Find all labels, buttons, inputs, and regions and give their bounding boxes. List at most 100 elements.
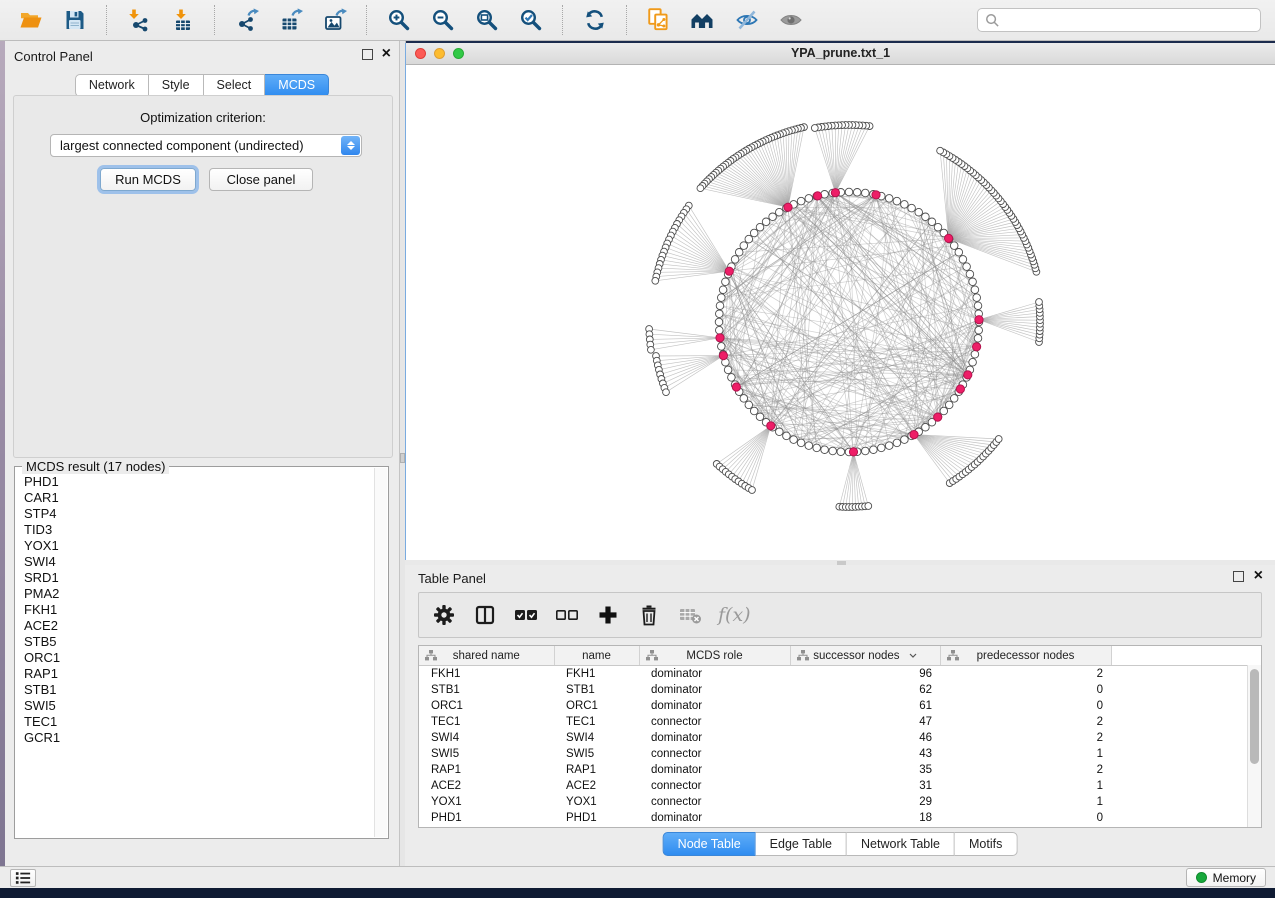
cell-name[interactable]: SWI5 <box>554 746 639 762</box>
cell-filler[interactable] <box>1111 682 1250 698</box>
mcds-result-item[interactable]: PMA2 <box>24 586 374 602</box>
cell-shared-name[interactable]: RAP1 <box>419 762 554 778</box>
cell-filler[interactable] <box>1111 698 1250 714</box>
mcds-result-item[interactable]: TID3 <box>24 522 374 538</box>
network-node[interactable] <box>740 395 748 403</box>
network-node[interactable] <box>908 204 916 212</box>
network-node[interactable] <box>648 346 655 353</box>
zoom-fit-button[interactable] <box>466 3 508 37</box>
cell-mcds-role[interactable]: connector <box>639 746 790 762</box>
network-node[interactable] <box>790 436 798 444</box>
network-node[interactable] <box>716 326 724 334</box>
mcds-result-item[interactable]: ACE2 <box>24 618 374 634</box>
table-scrollbar-thumb[interactable] <box>1250 669 1259 764</box>
cell-name[interactable]: TEC1 <box>554 714 639 730</box>
mcds-result-item[interactable]: CAR1 <box>24 490 374 506</box>
network-node[interactable] <box>745 401 753 409</box>
network-node[interactable] <box>805 442 813 450</box>
cell-mcds-role[interactable]: connector <box>639 714 790 730</box>
mcds-result-item[interactable]: STB1 <box>24 682 374 698</box>
network-node[interactable] <box>885 195 893 203</box>
run-mcds-button[interactable]: Run MCDS <box>100 168 196 191</box>
zoom-selected-button[interactable] <box>510 3 552 37</box>
cell-mcds-role[interactable]: dominator <box>639 682 790 698</box>
cell-mcds-role[interactable]: dominator <box>639 730 790 746</box>
cell-name[interactable]: FKH1 <box>554 666 639 683</box>
network-hub-node[interactable] <box>945 234 953 242</box>
cell-filler[interactable] <box>1111 794 1250 810</box>
import-network-button[interactable] <box>118 3 160 37</box>
cell-predecessor-nodes[interactable]: 0 <box>940 810 1111 826</box>
network-window-titlebar[interactable]: YPA_prune.txt_1 <box>406 43 1275 65</box>
network-node[interactable] <box>797 439 805 447</box>
network-node[interactable] <box>837 448 845 456</box>
network-node[interactable] <box>878 444 886 452</box>
cell-mcds-role[interactable]: connector <box>639 778 790 794</box>
network-node[interactable] <box>776 428 784 436</box>
col-header-name[interactable]: name <box>554 646 639 666</box>
cell-predecessor-nodes[interactable]: 0 <box>940 698 1111 714</box>
network-node[interactable] <box>971 286 979 294</box>
network-node[interactable] <box>756 223 764 231</box>
table-row[interactable]: ORC1ORC1dominator610 <box>419 698 1250 714</box>
network-node[interactable] <box>797 197 805 205</box>
table-settings-button[interactable] <box>431 601 457 629</box>
network-node[interactable] <box>805 195 813 203</box>
network-hub-node[interactable] <box>910 431 918 439</box>
tab-network[interactable]: Network <box>75 74 149 97</box>
tab-node-table[interactable]: Node Table <box>663 832 756 856</box>
network-node[interactable] <box>940 407 948 415</box>
delete-column-button[interactable] <box>636 601 662 629</box>
cell-successor-nodes[interactable]: 46 <box>790 730 940 746</box>
network-node[interactable] <box>731 256 739 264</box>
network-node[interactable] <box>885 442 893 450</box>
network-node[interactable] <box>974 302 982 310</box>
network-node[interactable] <box>718 343 726 351</box>
network-node[interactable] <box>719 286 727 294</box>
copy-network-button[interactable] <box>638 3 680 37</box>
network-node[interactable] <box>728 374 736 382</box>
network-node[interactable] <box>769 213 777 221</box>
tab-motifs[interactable]: Motifs <box>955 832 1017 856</box>
cell-shared-name[interactable]: ACE2 <box>419 778 554 794</box>
network-node[interactable] <box>697 185 704 192</box>
col-header-successor-nodes[interactable]: successor nodes <box>790 646 940 666</box>
cell-shared-name[interactable]: TEC1 <box>419 714 554 730</box>
cell-predecessor-nodes[interactable]: 2 <box>940 730 1111 746</box>
open-session-button[interactable] <box>10 3 52 37</box>
add-column-button[interactable] <box>595 601 621 629</box>
network-node[interactable] <box>901 201 909 209</box>
network-node[interactable] <box>652 277 659 284</box>
export-network-button[interactable] <box>226 3 268 37</box>
network-node[interactable] <box>862 447 870 455</box>
cell-name[interactable]: RAP1 <box>554 762 639 778</box>
network-node[interactable] <box>922 213 930 221</box>
network-node[interactable] <box>893 197 901 205</box>
cell-mcds-role[interactable]: connector <box>639 794 790 810</box>
network-node[interactable] <box>783 432 791 440</box>
network-node[interactable] <box>922 423 930 431</box>
cell-successor-nodes[interactable]: 35 <box>790 762 940 778</box>
network-node[interactable] <box>756 413 764 421</box>
task-history-button[interactable] <box>10 869 36 887</box>
network-node[interactable] <box>715 318 723 326</box>
network-node[interactable] <box>724 366 732 374</box>
mcds-result-item[interactable]: ORC1 <box>24 650 374 666</box>
network-node[interactable] <box>893 439 901 447</box>
network-hub-node[interactable] <box>956 385 964 393</box>
search-input[interactable] <box>977 8 1261 32</box>
network-node[interactable] <box>716 310 724 318</box>
network-node[interactable] <box>969 278 977 286</box>
network-node[interactable] <box>995 436 1002 443</box>
tab-network-table[interactable]: Network Table <box>847 832 955 856</box>
save-session-button[interactable] <box>54 3 96 37</box>
network-node[interactable] <box>1036 299 1043 306</box>
cell-filler[interactable] <box>1111 714 1250 730</box>
network-hub-node[interactable] <box>784 203 792 211</box>
mcds-result-list[interactable]: PHD1CAR1STP4TID3YOX1SWI4SRD1PMA2FKH1ACE2… <box>16 468 374 837</box>
close-panel-button[interactable]: Close panel <box>209 168 313 191</box>
cell-filler[interactable] <box>1111 778 1250 794</box>
cell-predecessor-nodes[interactable]: 1 <box>940 778 1111 794</box>
mcds-result-item[interactable]: RAP1 <box>24 666 374 682</box>
network-hub-node[interactable] <box>849 448 857 456</box>
